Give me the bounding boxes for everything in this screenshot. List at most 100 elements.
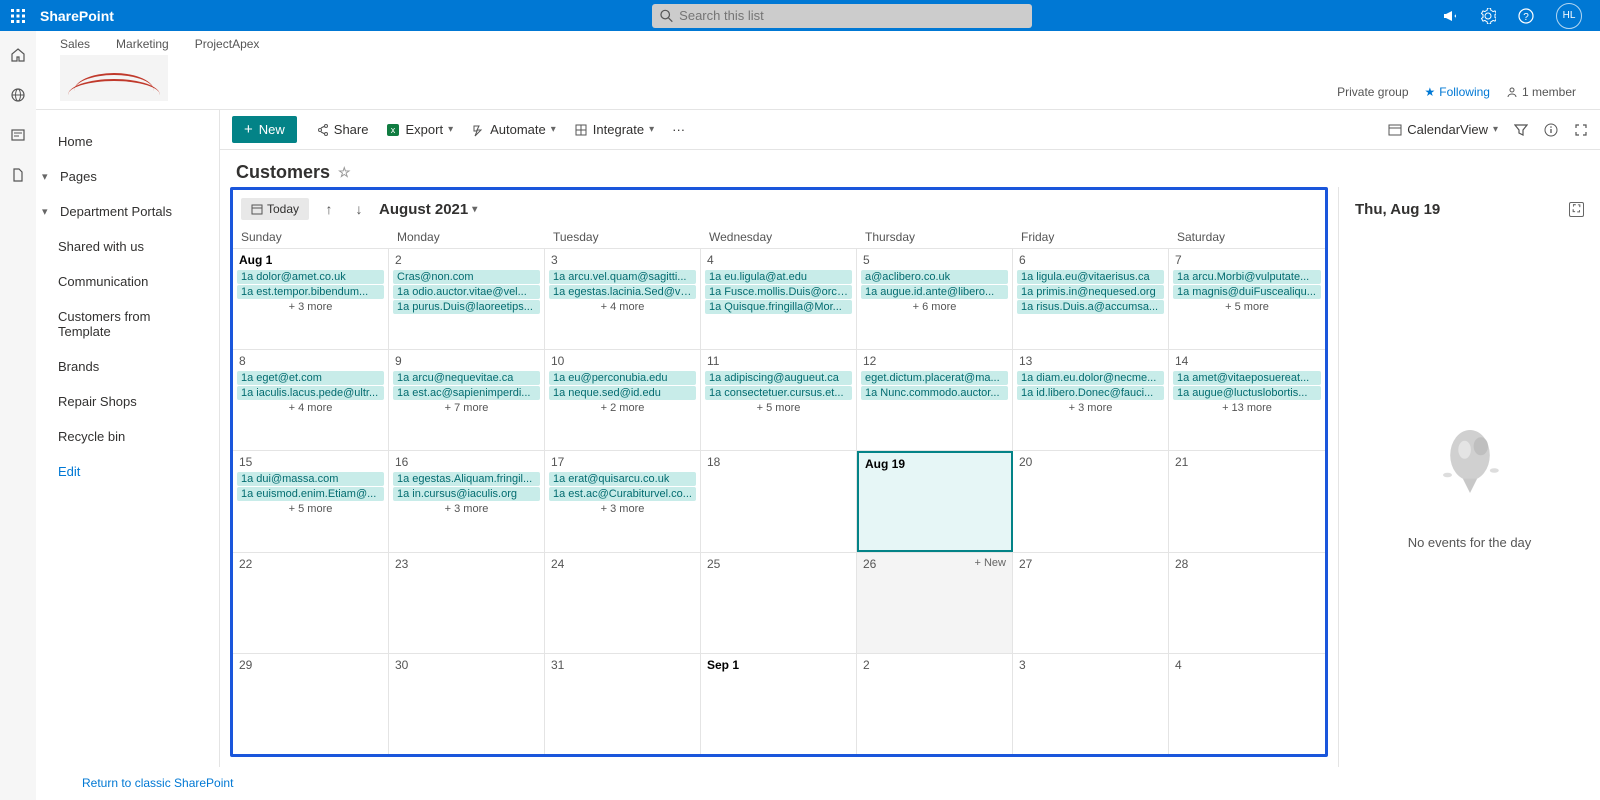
today-button[interactable]: Today xyxy=(241,198,309,220)
event-chip[interactable]: 1a dui@massa.com xyxy=(237,472,384,486)
expand-pane-icon[interactable]: ⛶ xyxy=(1569,202,1584,217)
event-chip[interactable]: 1a odio.auctor.vitae@vel... xyxy=(393,285,540,299)
event-chip[interactable]: 1a augue@luctuslobortis... xyxy=(1173,386,1321,400)
classic-link[interactable]: Return to classic SharePoint xyxy=(82,776,233,790)
following-button[interactable]: ★Following xyxy=(1425,85,1490,99)
help-icon[interactable]: ? xyxy=(1518,8,1534,24)
event-chip[interactable]: 1a Fusce.mollis.Duis@orci... xyxy=(705,285,852,299)
event-chip[interactable]: 1a iaculis.lacus.pede@ultr... xyxy=(237,386,384,400)
event-chip[interactable]: 1a eu.ligula@at.edu xyxy=(705,270,852,284)
event-chip[interactable]: 1a diam.eu.dolor@necme... xyxy=(1017,371,1164,385)
event-chip[interactable]: 1a neque.sed@id.edu xyxy=(549,386,696,400)
user-avatar[interactable]: HL xyxy=(1556,3,1582,29)
event-chip[interactable]: 1a arcu@nequevitae.ca xyxy=(393,371,540,385)
event-chip[interactable]: 1a Quisque.fringilla@Mor... xyxy=(705,300,852,314)
event-chip[interactable]: 1a erat@quisarcu.co.uk xyxy=(549,472,696,486)
hub-tab-sales[interactable]: Sales xyxy=(60,37,90,51)
more-link[interactable]: + 6 more xyxy=(861,301,1008,313)
calendar-cell[interactable]: 41a eu.ligula@at.edu1a Fusce.mollis.Duis… xyxy=(701,249,857,349)
event-chip[interactable]: 1a magnis@duiFuscealiqu... xyxy=(1173,285,1321,299)
event-chip[interactable]: 1a eget@et.com xyxy=(237,371,384,385)
calendar-cell[interactable]: 31a arcu.vel.quam@sagitti...1a egestas.l… xyxy=(545,249,701,349)
calendar-cell[interactable]: Aug 19 xyxy=(857,451,1013,551)
nav-home[interactable]: Home xyxy=(36,124,219,159)
calendar-cell[interactable]: 24 xyxy=(545,553,701,653)
nav-shared-with-us[interactable]: Shared with us xyxy=(36,229,219,264)
calendar-cell[interactable]: 111a adipiscing@augueut.ca1a consectetue… xyxy=(701,350,857,450)
calendar-cell[interactable]: 28 xyxy=(1169,553,1325,653)
event-chip[interactable]: 1a purus.Duis@laoreetips... xyxy=(393,300,540,314)
event-chip[interactable]: Cras@non.com xyxy=(393,270,540,284)
calendar-cell[interactable]: 171a erat@quisarcu.co.uk1a est.ac@Curabi… xyxy=(545,451,701,551)
event-chip[interactable]: a@aclibero.co.uk xyxy=(861,270,1008,284)
calendar-cell[interactable]: 25 xyxy=(701,553,857,653)
members-button[interactable]: 1 member xyxy=(1506,85,1576,99)
more-link[interactable]: + 13 more xyxy=(1173,402,1321,414)
calendar-cell[interactable]: 31 xyxy=(545,654,701,754)
more-link[interactable]: + 4 more xyxy=(549,301,696,313)
calendar-cell[interactable]: 26+ New xyxy=(857,553,1013,653)
hub-tab-marketing[interactable]: Marketing xyxy=(116,37,169,51)
event-chip[interactable]: 1a primis.in@nequesed.org xyxy=(1017,285,1164,299)
more-link[interactable]: + 3 more xyxy=(1017,402,1164,414)
calendar-cell[interactable]: 5a@aclibero.co.uk1a augue.id.ante@libero… xyxy=(857,249,1013,349)
month-selector[interactable]: August 2021▾ xyxy=(379,201,477,218)
nav-customers-from-template[interactable]: Customers from Template xyxy=(36,299,219,349)
calendar-cell[interactable]: 81a eget@et.com1a iaculis.lacus.pede@ult… xyxy=(233,350,389,450)
event-chip[interactable]: 1a arcu.Morbi@vulputate... xyxy=(1173,270,1321,284)
event-chip[interactable]: 1a Nunc.commodo.auctor... xyxy=(861,386,1008,400)
filter-icon[interactable] xyxy=(1514,123,1528,137)
event-chip[interactable]: 1a risus.Duis.a@accumsa... xyxy=(1017,300,1164,314)
event-chip[interactable]: 1a amet@vitaeposuereat... xyxy=(1173,371,1321,385)
globe-icon[interactable] xyxy=(10,87,26,103)
nav-brands[interactable]: Brands xyxy=(36,349,219,384)
more-link[interactable]: + 7 more xyxy=(393,402,540,414)
event-chip[interactable]: 1a est.ac@sapienimperdi... xyxy=(393,386,540,400)
calendar-cell[interactable]: 151a dui@massa.com1a euismod.enim.Etiam@… xyxy=(233,451,389,551)
more-link[interactable]: + 5 more xyxy=(705,402,852,414)
files-icon[interactable] xyxy=(10,167,26,183)
more-link[interactable]: + 3 more xyxy=(393,503,540,515)
event-chip[interactable]: 1a euismod.enim.Etiam@... xyxy=(237,487,384,501)
event-chip[interactable]: 1a egestas.Aliquam.fringil... xyxy=(393,472,540,486)
hub-tab-projectapex[interactable]: ProjectApex xyxy=(195,37,260,51)
calendar-cell[interactable]: 71a arcu.Morbi@vulputate...1a magnis@dui… xyxy=(1169,249,1325,349)
expand-icon[interactable] xyxy=(1574,123,1588,137)
integrate-button[interactable]: Integrate▾ xyxy=(574,122,654,137)
more-link[interactable]: + 2 more xyxy=(549,402,696,414)
more-link[interactable]: + 4 more xyxy=(237,402,384,414)
calendar-cell[interactable]: 3 xyxy=(1013,654,1169,754)
more-button[interactable]: ··· xyxy=(672,122,685,137)
news-icon[interactable] xyxy=(10,127,26,143)
calendar-cell[interactable]: 22 xyxy=(233,553,389,653)
home-icon[interactable] xyxy=(10,47,26,63)
next-month-icon[interactable]: ↓ xyxy=(349,201,369,217)
nav-department-portals[interactable]: ▾Department Portals xyxy=(36,194,219,229)
calendar-cell[interactable]: 161a egestas.Aliquam.fringil...1a in.cur… xyxy=(389,451,545,551)
calendar-cell[interactable]: 91a arcu@nequevitae.ca1a est.ac@sapienim… xyxy=(389,350,545,450)
calendar-cell[interactable]: 27 xyxy=(1013,553,1169,653)
nav-recycle-bin[interactable]: Recycle bin xyxy=(36,419,219,454)
calendar-cell[interactable]: 101a eu@perconubia.edu1a neque.sed@id.ed… xyxy=(545,350,701,450)
event-chip[interactable]: 1a arcu.vel.quam@sagitti... xyxy=(549,270,696,284)
more-link[interactable]: + 3 more xyxy=(237,301,384,313)
more-link[interactable]: + 5 more xyxy=(237,503,384,515)
calendar-cell[interactable]: Aug 11a dolor@amet.co.uk1a est.tempor.bi… xyxy=(233,249,389,349)
calendar-cell[interactable]: 20 xyxy=(1013,451,1169,551)
nav-edit[interactable]: Edit xyxy=(36,454,219,489)
event-chip[interactable]: 1a ligula.eu@vitaerisus.ca xyxy=(1017,270,1164,284)
favorite-icon[interactable]: ☆ xyxy=(338,164,351,181)
event-chip[interactable]: 1a dolor@amet.co.uk xyxy=(237,270,384,284)
search-box[interactable] xyxy=(652,4,1032,28)
event-chip[interactable]: 1a augue.id.ante@libero... xyxy=(861,285,1008,299)
event-chip[interactable]: 1a id.libero.Donec@fauci... xyxy=(1017,386,1164,400)
calendar-cell[interactable]: 2 xyxy=(857,654,1013,754)
event-chip[interactable]: 1a est.ac@Curabiturvel.co... xyxy=(549,487,696,501)
calendar-cell[interactable]: 29 xyxy=(233,654,389,754)
add-new-button[interactable]: + New xyxy=(975,557,1007,569)
event-chip[interactable]: 1a adipiscing@augueut.ca xyxy=(705,371,852,385)
calendar-cell[interactable]: 131a diam.eu.dolor@necme...1a id.libero.… xyxy=(1013,350,1169,450)
event-chip[interactable]: 1a est.tempor.bibendum... xyxy=(237,285,384,299)
automate-button[interactable]: Automate▾ xyxy=(471,122,556,137)
new-button[interactable]: +New xyxy=(232,116,297,143)
